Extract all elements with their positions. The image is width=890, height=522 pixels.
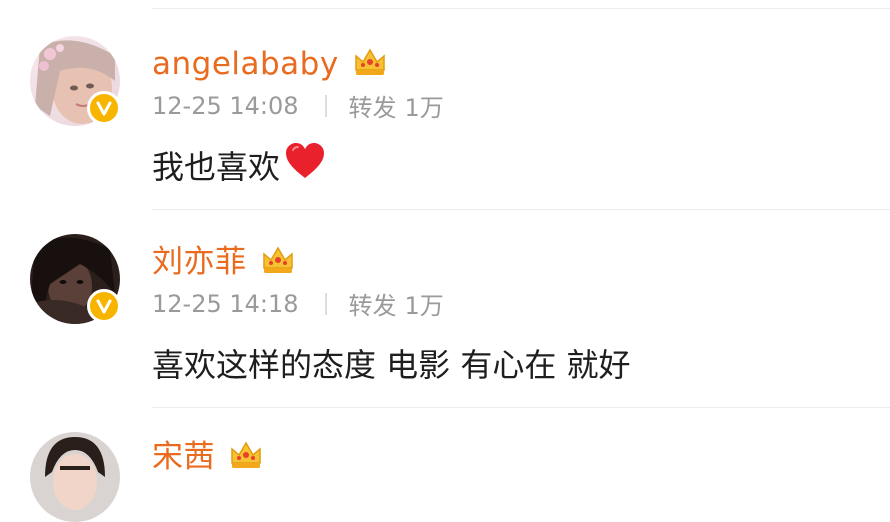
repost-count: 1万 [404,292,444,320]
heart-icon [284,142,326,188]
verified-badge-icon [87,289,121,323]
comment-text: 我也喜欢 [152,142,326,188]
avatar[interactable] [30,432,120,522]
top-divider [152,8,890,9]
comment-divider [152,209,890,210]
username-row: 刘亦菲 [152,244,295,280]
repost-label[interactable]: 转发 [349,88,397,123]
meta-row: 12-25 14:18 转发 1万 [152,286,444,321]
crown-icon[interactable] [353,46,387,82]
username[interactable]: 宋茜 [152,439,215,475]
crown-icon[interactable] [261,244,295,280]
timestamp: 12-25 14:08 [152,91,299,120]
username-row: angelababy [152,46,387,82]
meta-separator [324,292,327,315]
comment-divider [152,407,890,408]
username-row: 宋茜 [152,439,263,475]
comment-text-body: 我也喜欢 [152,148,281,186]
meta-row: 12-25 14:08 转发 1万 [152,88,444,123]
username[interactable]: angelababy [152,46,339,82]
avatar-image [30,432,120,522]
avatar-photo-3 [30,432,120,522]
crown-icon[interactable] [229,439,263,475]
verified-badge-icon [87,91,121,125]
timestamp: 12-25 14:18 [152,289,299,318]
avatar[interactable] [30,234,121,324]
username[interactable]: 刘亦菲 [152,244,247,280]
comment-text-body: 喜欢这样的态度 电影 有心在 就好 [152,346,631,384]
avatar[interactable] [30,36,121,126]
meta-separator [324,94,327,117]
comment-text: 喜欢这样的态度 电影 有心在 就好 [152,340,631,386]
repost-label[interactable]: 转发 [349,286,397,321]
repost-count: 1万 [404,94,444,122]
